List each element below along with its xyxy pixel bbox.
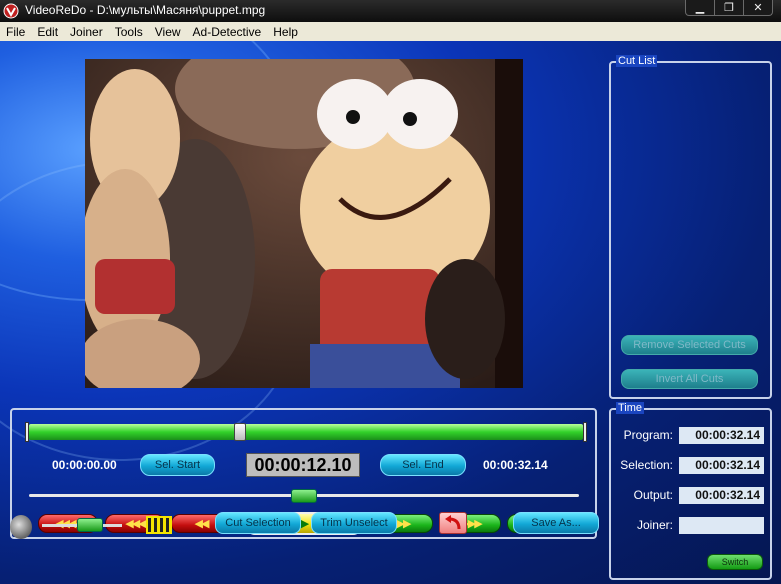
output-time-value: 00:00:32.14 (679, 486, 764, 504)
joiner-time-row: Joiner: (617, 516, 767, 534)
close-icon: ✕ (753, 1, 763, 14)
selection-time-row: Selection: 00:00:32.14 (617, 456, 767, 474)
joiner-time-label: Joiner: (636, 518, 673, 532)
main-area: Cut List Remove Selected Cuts Invert All… (0, 41, 781, 584)
minimize-button[interactable]: ▁ (686, 0, 715, 15)
timeline-start-cap (25, 422, 29, 442)
sel-end-button[interactable]: Sel. End (380, 454, 466, 476)
time-panel: Time Program: 00:00:32.14 Selection: 00:… (609, 402, 772, 580)
menu-ad-detective[interactable]: Ad-Detective (193, 25, 262, 39)
selection-time-label: Selection: (620, 458, 673, 472)
current-time-display: 00:00:12.10 (246, 453, 360, 477)
window-controls: ▁ ❐ ✕ (685, 0, 773, 16)
title-bar: VideoReDo - D:\мульты\Масяня\puppet.mpg … (0, 0, 781, 22)
film-strip-icon[interactable] (146, 516, 172, 534)
selection-time-value: 00:00:32.14 (679, 456, 764, 474)
menu-file[interactable]: File (6, 25, 25, 39)
cut-list-panel: Cut List Remove Selected Cuts Invert All… (609, 55, 772, 399)
trim-unselect-button[interactable]: Trim Unselect (311, 512, 397, 534)
switch-button[interactable]: Switch (707, 554, 763, 570)
output-time-row: Output: 00:00:32.14 (617, 486, 767, 504)
maximize-icon: ❐ (724, 1, 734, 14)
video-preview[interactable] (85, 59, 523, 388)
menu-bar: File Edit Joiner Tools View Ad-Detective… (0, 22, 781, 41)
cut-list-label: Cut List (616, 55, 658, 67)
remove-selected-cuts-button[interactable]: Remove Selected Cuts (621, 335, 758, 355)
app-icon (3, 3, 19, 19)
time-panel-label: Time (616, 402, 645, 414)
jog-slider-thumb[interactable] (291, 489, 317, 503)
minimize-icon: ▁ (695, 1, 705, 14)
sel-start-button[interactable]: Sel. Start (140, 454, 215, 476)
menu-view[interactable]: View (155, 25, 181, 39)
video-frame-image (85, 59, 523, 388)
save-as-button[interactable]: Save As... (513, 512, 599, 534)
timeline-thumb[interactable] (234, 423, 246, 441)
joiner-time-value (679, 516, 764, 534)
timeline-slider[interactable] (25, 422, 587, 442)
menu-tools[interactable]: Tools (115, 25, 143, 39)
invert-all-cuts-button[interactable]: Invert All Cuts (621, 369, 758, 389)
window-title: VideoReDo - D:\мульты\Масяня\puppet.mpg (25, 3, 266, 17)
speaker-icon[interactable] (10, 515, 32, 539)
cut-selection-button[interactable]: Cut Selection (215, 512, 301, 534)
maximize-button[interactable]: ❐ (715, 0, 744, 15)
timeline-track (29, 424, 583, 440)
program-time-row: Program: 00:00:32.14 (617, 426, 767, 444)
menu-edit[interactable]: Edit (37, 25, 58, 39)
program-time-value: 00:00:32.14 (679, 426, 764, 444)
program-time-label: Program: (623, 428, 673, 442)
end-time: 00:00:32.14 (483, 458, 548, 472)
menu-joiner[interactable]: Joiner (70, 25, 103, 39)
close-button[interactable]: ✕ (744, 0, 772, 15)
undo-arrow-icon (445, 515, 461, 530)
undo-button[interactable] (439, 512, 467, 534)
start-time: 00:00:00.00 (52, 458, 117, 472)
output-time-label: Output: (633, 488, 673, 502)
timeline-end-cap (583, 422, 587, 442)
menu-help[interactable]: Help (273, 25, 298, 39)
volume-slider-thumb[interactable] (77, 518, 103, 532)
